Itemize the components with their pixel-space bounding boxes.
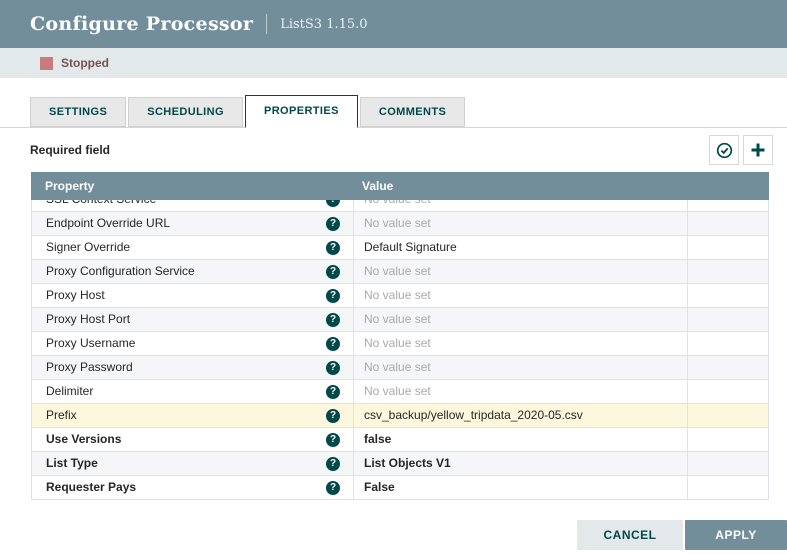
property-value: No value set [364, 360, 431, 374]
row-extra-cell [687, 284, 768, 307]
help-icon[interactable]: ? [326, 217, 340, 231]
property-name: Prefix [46, 404, 77, 427]
help-icon[interactable]: ? [326, 481, 340, 495]
circle-check-icon [716, 142, 733, 159]
property-name: Proxy Host Port [46, 308, 130, 331]
help-icon[interactable]: ? [326, 361, 340, 375]
property-name: Use Versions [46, 428, 121, 451]
help-icon[interactable]: ? [326, 385, 340, 399]
property-value: No value set [364, 200, 431, 206]
table-row[interactable]: Signer Override ? Default Signature [32, 236, 768, 260]
verify-properties-button[interactable] [709, 135, 739, 165]
configure-processor-dialog: Configure Processor ListS3 1.15.0 Stoppe… [0, 0, 787, 554]
property-value: csv_backup/yellow_tripdata_2020-05.csv [364, 408, 583, 422]
table-row[interactable]: Proxy Username ? No value set [32, 332, 768, 356]
property-name: List Type [46, 452, 98, 475]
property-value: No value set [364, 336, 431, 350]
tab-comments[interactable]: COMMENTS [360, 97, 465, 127]
required-field-note: Required field [30, 143, 110, 157]
apply-button[interactable]: APPLY [685, 520, 787, 550]
table-header-row: Property Value [31, 172, 769, 200]
row-extra-cell [687, 200, 768, 211]
property-name: Delimiter [46, 380, 93, 403]
dialog-title: Configure Processor [30, 13, 253, 35]
tab-settings[interactable]: SETTINGS [30, 97, 126, 127]
properties-panel-header: Required field [0, 128, 787, 172]
column-header-value: Value [352, 179, 686, 193]
table-row[interactable]: List Type ? List Objects V1 [32, 452, 768, 476]
tab-bar: SETTINGS SCHEDULING PROPERTIES COMMENTS [0, 95, 787, 128]
properties-toolbar [709, 135, 773, 165]
column-header-property: Property [31, 179, 352, 193]
property-value: No value set [364, 264, 431, 278]
row-extra-cell [687, 404, 768, 427]
property-name: SSL Context Service [46, 200, 156, 211]
property-value: false [364, 432, 391, 446]
property-value: False [364, 480, 395, 494]
status-bar: Stopped [0, 48, 787, 78]
plus-icon [750, 142, 766, 158]
property-value: List Objects V1 [364, 456, 451, 470]
row-extra-cell [687, 476, 768, 499]
property-value: No value set [364, 288, 431, 302]
property-name: Signer Override [46, 236, 130, 259]
table-row[interactable]: Proxy Host Port ? No value set [32, 308, 768, 332]
row-extra-cell [687, 236, 768, 259]
help-icon[interactable]: ? [326, 337, 340, 351]
table-row[interactable]: Use Versions ? false [32, 428, 768, 452]
property-name: Proxy Password [46, 356, 133, 379]
cancel-button[interactable]: CANCEL [577, 520, 683, 550]
dialog-footer: CANCEL APPLY [577, 520, 787, 550]
property-value: No value set [364, 312, 431, 326]
help-icon[interactable]: ? [326, 457, 340, 471]
help-icon[interactable]: ? [326, 409, 340, 423]
property-value: No value set [364, 384, 431, 398]
add-property-button[interactable] [743, 135, 773, 165]
property-name: Proxy Username [46, 332, 135, 355]
table-row[interactable]: Delimiter ? No value set [32, 380, 768, 404]
stopped-status-icon [40, 57, 53, 70]
table-row[interactable]: Endpoint Override URL ? No value set [32, 212, 768, 236]
row-extra-cell [687, 428, 768, 451]
table-row[interactable]: Proxy Configuration Service ? No value s… [32, 260, 768, 284]
title-divider [266, 14, 267, 34]
row-extra-cell [687, 260, 768, 283]
help-icon[interactable]: ? [326, 433, 340, 447]
property-name: Endpoint Override URL [46, 212, 170, 235]
property-name: Requester Pays [46, 476, 136, 499]
row-extra-cell [687, 212, 768, 235]
table-row[interactable]: Prefix ? csv_backup/yellow_tripdata_2020… [32, 404, 768, 428]
table-row[interactable]: SSL Context Service ? No value set [32, 200, 768, 212]
processor-name-version: ListS3 1.15.0 [280, 17, 367, 32]
help-icon[interactable]: ? [326, 313, 340, 327]
dialog-header: Configure Processor ListS3 1.15.0 [0, 0, 787, 48]
property-value: No value set [364, 216, 431, 230]
row-extra-cell [687, 332, 768, 355]
property-value: Default Signature [364, 240, 457, 254]
status-label: Stopped [61, 56, 109, 70]
tab-scheduling[interactable]: SCHEDULING [128, 97, 243, 127]
row-extra-cell [687, 308, 768, 331]
tab-properties[interactable]: PROPERTIES [245, 95, 358, 128]
properties-table: Property Value SSL Context Service ? No … [31, 172, 769, 500]
row-extra-cell [687, 380, 768, 403]
table-row[interactable]: Proxy Host ? No value set [32, 284, 768, 308]
row-extra-cell [687, 452, 768, 475]
help-icon[interactable]: ? [326, 241, 340, 255]
table-row[interactable]: Proxy Password ? No value set [32, 356, 768, 380]
help-icon[interactable]: ? [326, 265, 340, 279]
properties-table-body: SSL Context Service ? No value set Endpo… [31, 200, 769, 500]
help-icon[interactable]: ? [326, 289, 340, 303]
property-name: Proxy Configuration Service [46, 260, 195, 283]
table-row[interactable]: Requester Pays ? False [32, 476, 768, 500]
row-extra-cell [687, 356, 768, 379]
property-name: Proxy Host [46, 284, 105, 307]
help-icon[interactable]: ? [326, 200, 340, 207]
